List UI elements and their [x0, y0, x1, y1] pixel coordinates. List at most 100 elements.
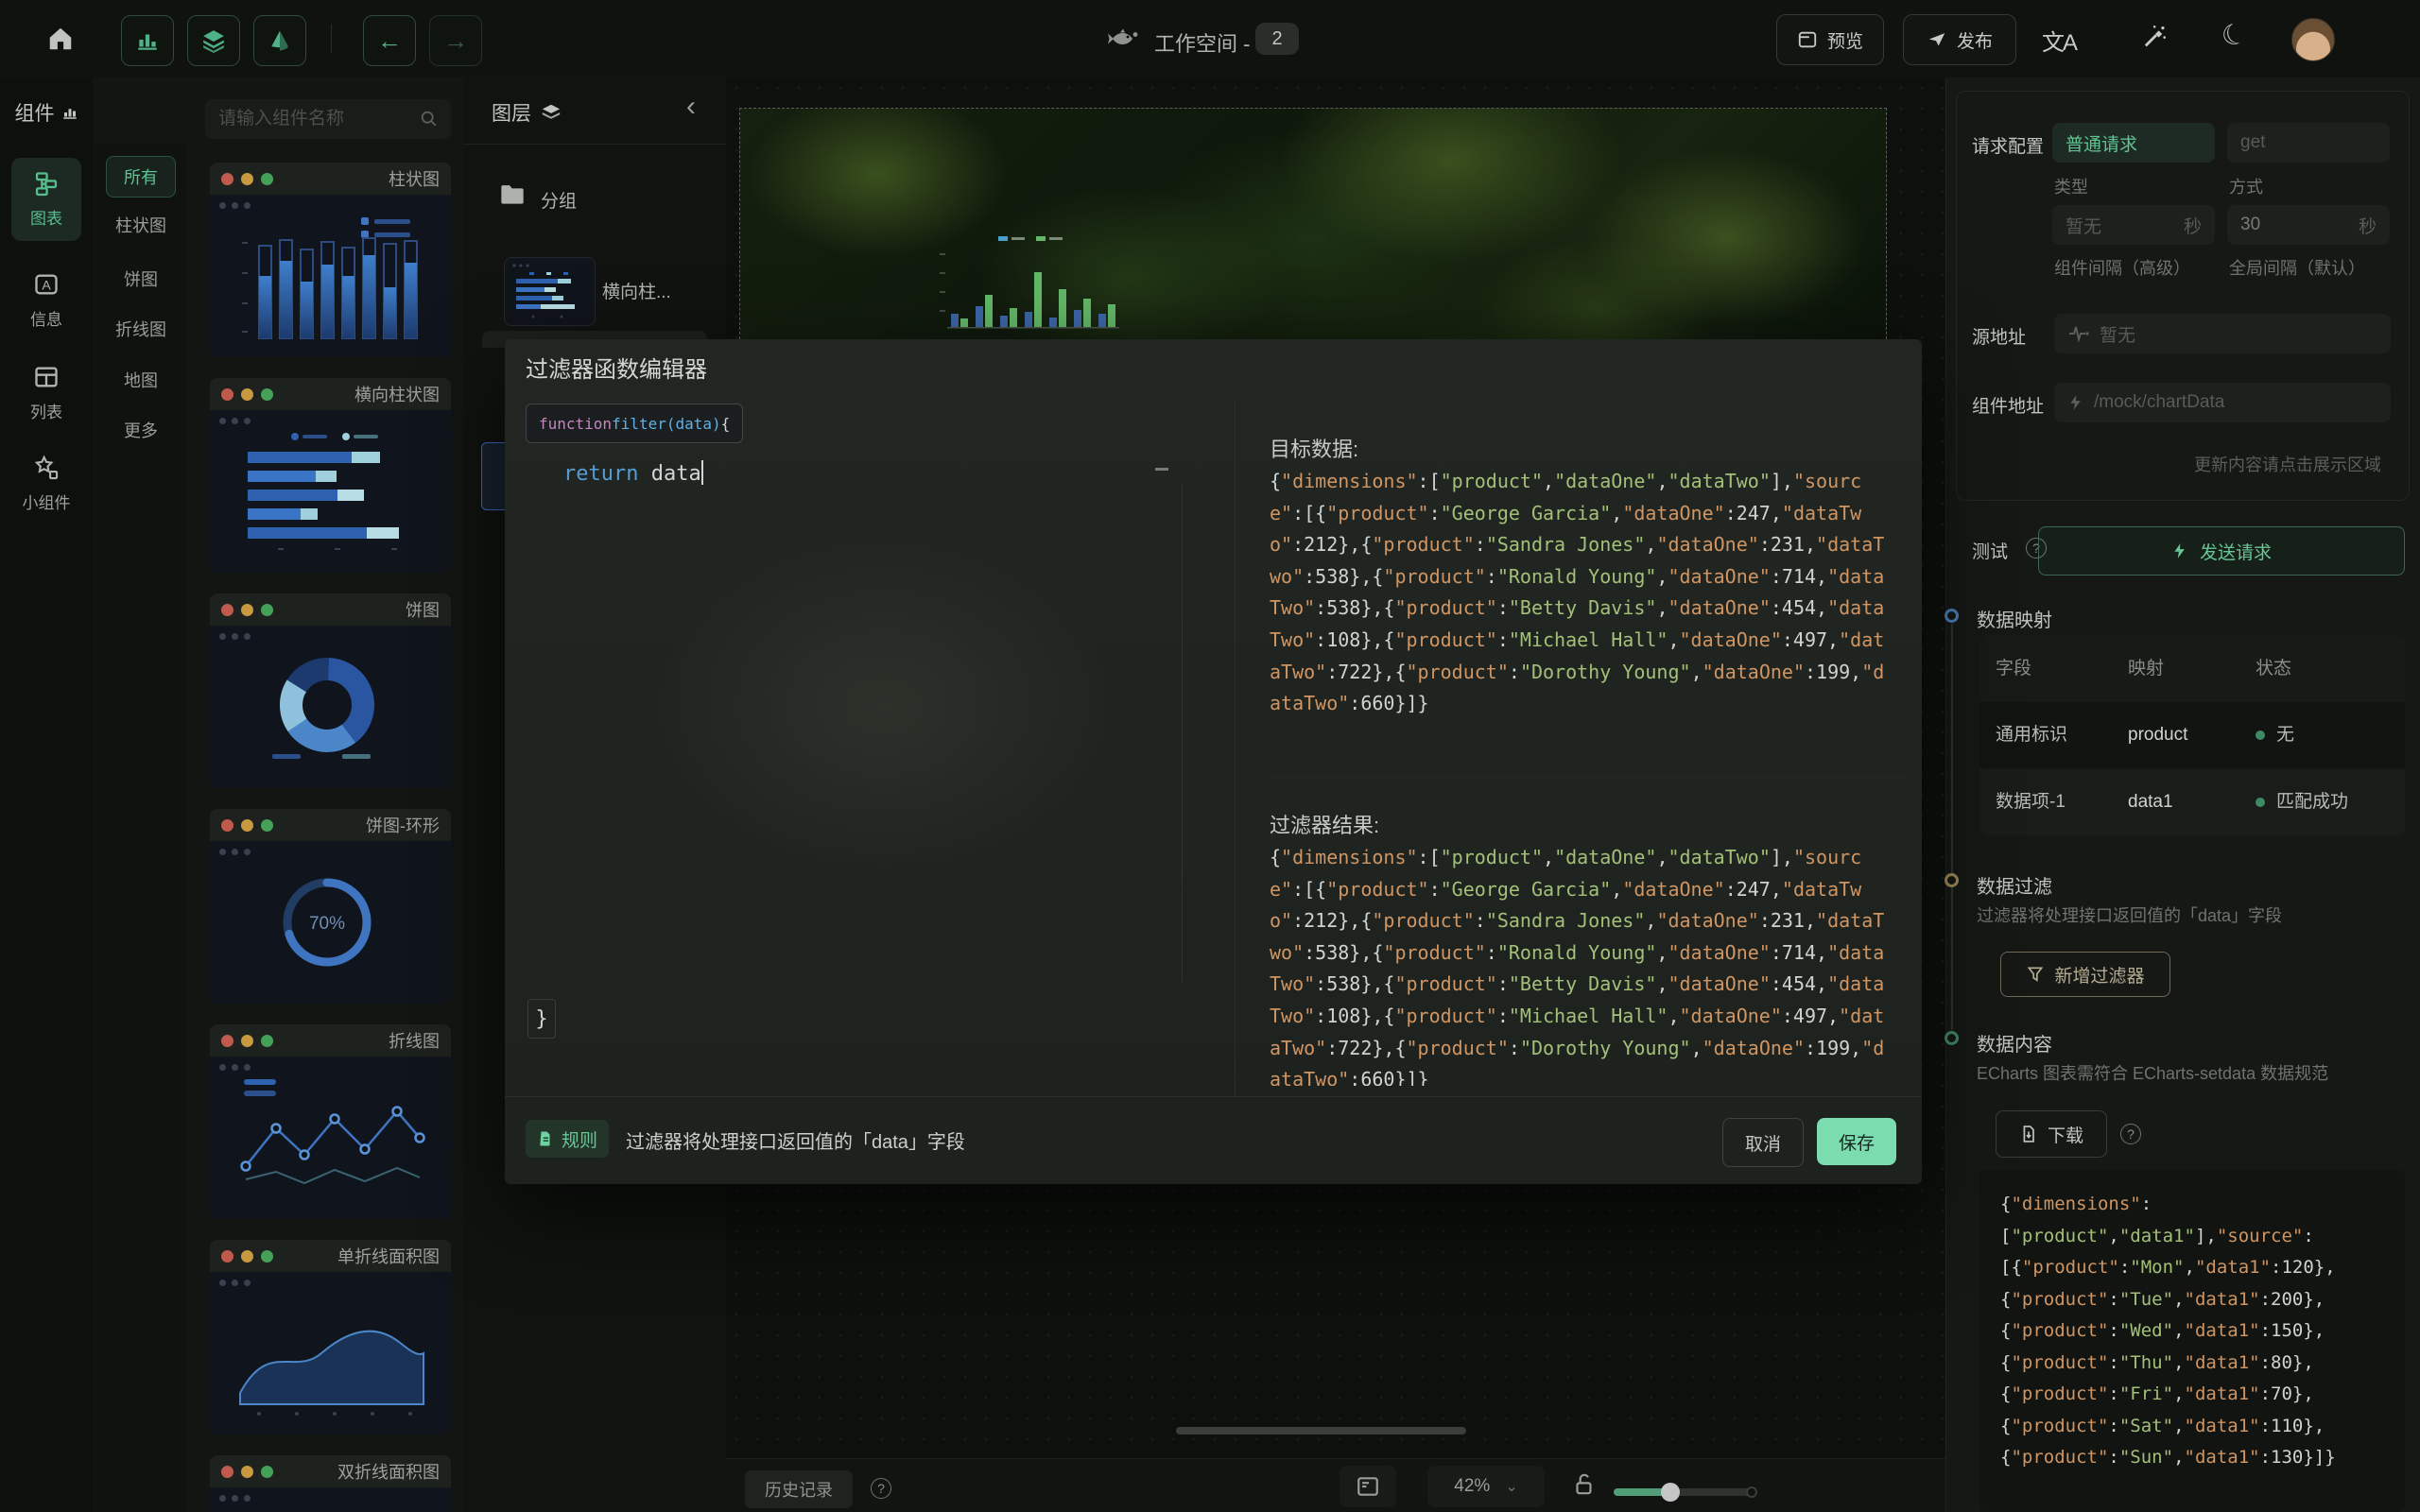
yellow-dot-icon: [241, 388, 253, 401]
card-header: 横向柱状图: [210, 378, 451, 410]
component-addr-field[interactable]: /mock/chartData: [2054, 383, 2391, 422]
component-card-pie[interactable]: 饼图: [210, 593, 451, 788]
component-card-hbar[interactable]: 横向柱状图: [210, 378, 451, 573]
component-card-double-area[interactable]: 双折线面积图: [210, 1455, 451, 1512]
green-dot-icon: [261, 1466, 273, 1478]
app-root: ← → 工作空间 - 2 预览 发布 文A ☾: [0, 0, 2420, 1512]
data-mapping-table: 字段 映射 状态 通用标识 product 无 数据项-1 data1 匹配成功: [1979, 636, 2405, 836]
help-icon[interactable]: ?: [871, 1478, 891, 1499]
avatar[interactable]: [2291, 18, 2335, 61]
arrow-left-icon: ←: [377, 28, 402, 53]
red-dot-icon: [221, 819, 233, 832]
ring-percent-label: 70%: [309, 914, 345, 934]
search-input[interactable]: [216, 108, 419, 130]
download-button[interactable]: 下载: [1996, 1110, 2107, 1158]
card-thumbnail: [210, 1487, 451, 1512]
component-sidebar: 组件 图表 A 信息 列表 小组件: [0, 77, 94, 1512]
component-interval-input[interactable]: 暂无 秒: [2052, 205, 2215, 245]
card-thumbnail: [210, 626, 451, 788]
chevron-left-icon[interactable]: ‹: [686, 91, 696, 123]
layers-tool-button[interactable]: [187, 15, 240, 66]
preview-button[interactable]: 预览: [1776, 14, 1884, 65]
funnel-icon: [2026, 965, 2045, 984]
svg-text:A: A: [42, 277, 51, 292]
arrow-right-icon: →: [443, 28, 468, 53]
publish-button[interactable]: 发布: [1903, 14, 2016, 65]
zoom-slider-end-dot: [1746, 1486, 1757, 1498]
source-addr-field[interactable]: 暂无: [2054, 314, 2391, 353]
zoom-select[interactable]: 42% ⌄: [1427, 1466, 1545, 1507]
save-button[interactable]: 保存: [1817, 1118, 1896, 1165]
layer-item-selected-sliver[interactable]: [481, 442, 506, 510]
lightning-icon: [2067, 393, 2084, 412]
filter-editor-modal: 过滤器函数编辑器 function filter(data) { return …: [505, 339, 1922, 1184]
modal-title: 过滤器函数编辑器: [526, 351, 707, 384]
zoom-value: 42%: [1454, 1476, 1490, 1497]
table-icon: [33, 364, 60, 390]
layer-group-label[interactable]: 分组: [541, 187, 577, 213]
data-filter-desc: 过滤器将处理接口返回值的「data」字段: [1977, 902, 2393, 927]
component-card-bar[interactable]: 柱状图: [210, 163, 451, 357]
sidebar-item-list[interactable]: 列表: [11, 352, 81, 430]
layer-item-label[interactable]: 横向柱...: [602, 278, 671, 303]
unlock-icon[interactable]: [1572, 1471, 1597, 1498]
fold-marker-icon[interactable]: [1155, 468, 1168, 471]
sidebar-item-widgets[interactable]: 小组件: [11, 442, 81, 521]
layer-item-thumbnail[interactable]: [504, 257, 596, 326]
cancel-button[interactable]: 取消: [1722, 1118, 1804, 1167]
component-card-area[interactable]: 单折线面积图: [210, 1240, 451, 1435]
category-pie[interactable]: 饼图: [106, 266, 176, 291]
zoom-slider-handle[interactable]: [1661, 1483, 1680, 1502]
help-icon[interactable]: ?: [2120, 1124, 2141, 1144]
category-map[interactable]: 地图: [106, 368, 176, 392]
theme-tool-button[interactable]: [253, 15, 306, 66]
banner-mini-chart: [932, 232, 1131, 338]
card-thumbnail: [210, 410, 451, 573]
component-interval-label: 组件间隔（高级）: [2054, 255, 2190, 280]
send-request-button[interactable]: 发送请求: [2038, 526, 2405, 576]
canvas-horizontal-scrollbar[interactable]: [1176, 1427, 1466, 1435]
global-interval-input[interactable]: 30 秒: [2227, 205, 2390, 245]
zoom-slider[interactable]: [1614, 1488, 1752, 1496]
chart-tool-button[interactable]: [121, 15, 174, 66]
category-more[interactable]: 更多: [106, 418, 176, 442]
components-panel: 所有 柱状图 饼图 折线图 地图 更多 柱状图: [93, 77, 464, 1512]
sidebar-item-label: 小组件: [23, 490, 71, 513]
layers-icon: [541, 102, 562, 123]
red-dot-icon: [221, 1466, 233, 1478]
component-card-line[interactable]: 折线图: [210, 1024, 451, 1219]
sidebar-item-charts[interactable]: 图表: [11, 158, 81, 241]
language-icon[interactable]: 文A: [2042, 24, 2076, 57]
chevron-down-icon: ⌄: [1505, 1477, 1517, 1496]
request-method-select[interactable]: get: [2227, 123, 2390, 163]
card-thumbnail: 70%: [210, 841, 451, 1004]
request-type-select[interactable]: 普通请求: [2052, 123, 2215, 163]
rule-badge: 规则: [526, 1120, 609, 1158]
redo-button[interactable]: →: [429, 15, 482, 66]
code-editor-line[interactable]: return data: [563, 460, 703, 486]
method-label: 方式: [2229, 174, 2263, 198]
canvas-image-component[interactable]: [739, 108, 1887, 344]
dark-mode-icon[interactable]: ☾: [2217, 16, 2251, 56]
folder-icon[interactable]: [499, 183, 526, 206]
detail-panel-button[interactable]: [1340, 1466, 1396, 1507]
filter-result-label: 过滤器结果:: [1270, 809, 1379, 839]
add-filter-button[interactable]: 新增过滤器: [2000, 952, 2170, 997]
undo-button[interactable]: ←: [363, 15, 416, 66]
fish-icon: [1107, 27, 1143, 50]
category-bar[interactable]: 柱状图: [106, 213, 176, 237]
history-button[interactable]: 历史记录: [745, 1470, 853, 1508]
filter-result-block: {"dimensions":["product","dataOne","data…: [1270, 842, 1922, 1086]
home-icon[interactable]: [45, 25, 76, 53]
workspace-title[interactable]: 工作空间 -: [1154, 27, 1250, 58]
sidebar-item-info[interactable]: A 信息: [11, 259, 81, 337]
card-title: 单折线面积图: [337, 1244, 440, 1268]
category-all[interactable]: 所有: [106, 156, 176, 198]
category-line[interactable]: 折线图: [106, 317, 176, 341]
magic-wand-icon[interactable]: [2140, 24, 2167, 50]
data-content-json-box[interactable]: {"dimensions": ["product","data1"],"sour…: [1979, 1170, 2405, 1512]
component-card-ring[interactable]: 饼图-环形 70%: [210, 809, 451, 1004]
yellow-dot-icon: [241, 604, 253, 616]
timeline-dot-content: [1945, 1031, 1959, 1045]
red-dot-icon: [221, 1250, 233, 1263]
